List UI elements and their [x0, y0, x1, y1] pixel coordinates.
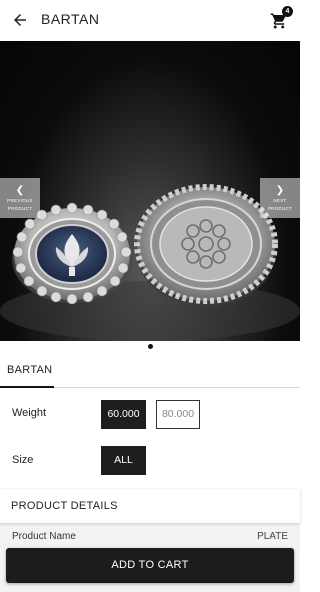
back-button[interactable] [8, 8, 32, 32]
silver-bowls-photo [0, 184, 300, 341]
arrow-left-icon [14, 14, 26, 26]
chevron-right-icon: ❯ [275, 185, 285, 196]
weight-label: Weight [12, 407, 47, 419]
product-details-header[interactable]: PRODUCT DETAILS [0, 489, 300, 523]
size-option-selected[interactable]: ALL [101, 446, 146, 475]
next-product-button[interactable]: ❯ NEXT PRODUCT [260, 178, 300, 218]
detail-value: PLATE [257, 531, 288, 542]
app-bar: BARTAN 4 [0, 0, 300, 40]
next-label-line2: PRODUCT [267, 206, 293, 211]
weight-option[interactable]: 80.000 [156, 400, 200, 429]
previous-label-line1: PREVIOUS [7, 198, 33, 203]
pagination-dot-active[interactable] [147, 344, 153, 349]
previous-label-line2: PRODUCT [7, 206, 33, 211]
size-label: Size [12, 454, 34, 466]
add-to-cart-button[interactable]: ADD TO CART [6, 548, 294, 583]
cart-button[interactable]: 4 [270, 6, 293, 31]
image-pagination [0, 344, 300, 352]
previous-product-button[interactable]: ❮ PREVIOUS PRODUCT [0, 178, 40, 218]
next-label-line1: NEXT [273, 198, 287, 203]
page-title: BARTAN [41, 11, 100, 27]
chevron-left-icon: ❮ [15, 185, 25, 196]
category-tabs: BARTAN [0, 355, 300, 388]
weight-option-selected[interactable]: 60.000 [101, 400, 146, 429]
detail-key: Product Name [12, 531, 76, 542]
tab-bartan[interactable]: BARTAN [0, 355, 54, 388]
cart-count-badge: 4 [282, 6, 293, 17]
product-image[interactable]: ❮ PREVIOUS PRODUCT ❯ NEXT PRODUCT [0, 41, 300, 341]
detail-row: Product Name PLATE [0, 531, 300, 543]
